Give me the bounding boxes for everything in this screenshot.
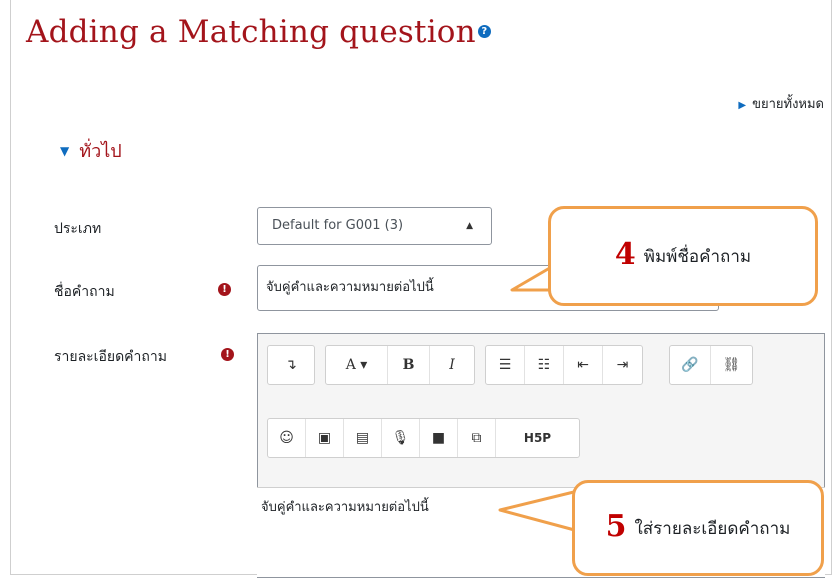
callout-step-5-text: ใส่รายละเอียดคำถาม [634,518,791,539]
callout-step-4-number: 4 [614,236,636,272]
callout-step-5-number: 5 [605,508,627,544]
callout-step-4: 4 พิมพ์ชื่อคำถาม [548,206,818,306]
callout-step-5: 5 ใส่รายละเอียดคำถาม [572,480,824,576]
callout-step-4-text: พิมพ์ชื่อคำถาม [643,246,752,267]
